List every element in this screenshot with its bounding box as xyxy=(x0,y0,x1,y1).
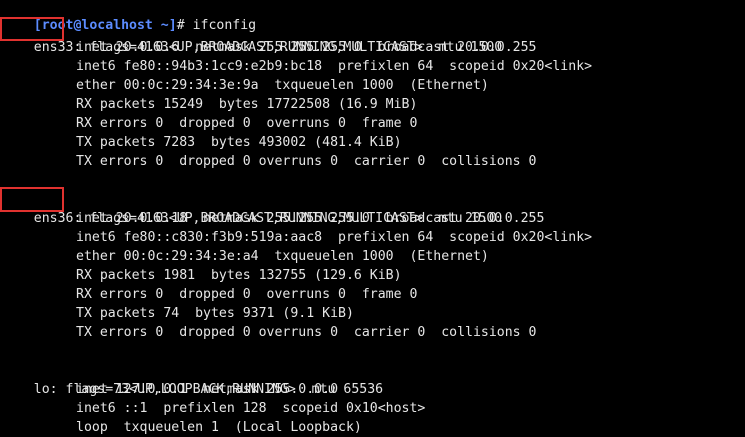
interface-detail-line: RX errors 0 dropped 0 overruns 0 frame 0 xyxy=(2,114,417,133)
interface-header-lo: lo: flags=73<UP,LOOPBACK,RUNNING> mtu 65… xyxy=(2,361,383,397)
interface-detail-line: ether 00:0c:29:34:3e:9a txqueuelen 1000 … xyxy=(2,76,489,95)
interface-detail-line: RX packets 15249 bytes 17722508 (16.9 Mi… xyxy=(2,95,417,114)
detail-text: TX errors 0 dropped 0 overruns 0 carrier… xyxy=(76,325,537,340)
detail-text: RX packets 1981 bytes 132755 (129.6 KiB) xyxy=(76,268,402,283)
detail-text: inet 20.0.0.6 netmask 255.255.255.0 broa… xyxy=(76,40,537,55)
detail-text: ether 00:0c:29:34:3e:9a txqueuelen 1000 … xyxy=(76,78,489,93)
detail-text: inet6 ::1 prefixlen 128 scopeid 0x10<hos… xyxy=(76,401,426,416)
interface-detail-line: inet6 fe80::c830:f3b9:519a:aac8 prefixle… xyxy=(2,228,592,247)
detail-text: inet6 fe80::c830:f3b9:519a:aac8 prefixle… xyxy=(76,230,593,245)
detail-text: RX packets 15249 bytes 17722508 (16.9 Mi… xyxy=(76,97,418,112)
terminal-window[interactable]: [root@localhost ~]# ifconfig ens33: flag… xyxy=(0,0,745,437)
interface-detail-line: TX errors 0 dropped 0 overruns 0 carrier… xyxy=(2,323,537,342)
interface-detail-line: inet 20.0.0.6 netmask 255.255.255.0 broa… xyxy=(2,38,537,57)
prompt-line: [root@localhost ~]# ifconfig xyxy=(2,0,256,33)
detail-text: inet 20.0.0.18 netmask 255.255.255.0 bro… xyxy=(76,211,545,226)
interface-detail-line: inet6 ::1 prefixlen 128 scopeid 0x10<hos… xyxy=(2,399,425,418)
interface-header-ens36: ens36: flags=4163<UP,BROADCAST,RUNNING,M… xyxy=(2,190,502,226)
interface-detail-line: ether 00:0c:29:34:3e:a4 txqueuelen 1000 … xyxy=(2,247,489,266)
detail-text: TX packets 74 bytes 9371 (9.1 KiB) xyxy=(76,306,354,321)
interface-detail-line: TX errors 0 dropped 0 overruns 0 carrier… xyxy=(2,152,537,171)
interface-detail-line: inet 127.0.0.1 netmask 255.0.0.0 xyxy=(2,380,338,399)
detail-text: RX errors 0 dropped 0 overruns 0 frame 0 xyxy=(76,287,418,302)
detail-text: inet 127.0.0.1 netmask 255.0.0.0 xyxy=(76,382,339,397)
detail-text: inet6 fe80::94b3:1cc9:e2b9:bc18 prefixle… xyxy=(76,59,593,74)
detail-text: ether 00:0c:29:34:3e:a4 txqueuelen 1000 … xyxy=(76,249,489,264)
interface-detail-line: TX packets 7283 bytes 493002 (481.4 KiB) xyxy=(2,133,402,152)
detail-text: TX packets 7283 bytes 493002 (481.4 KiB) xyxy=(76,135,402,150)
detail-text: RX errors 0 dropped 0 overruns 0 frame 0 xyxy=(76,116,418,131)
interface-header-ens33: ens33: flags=4163<UP,BROADCAST,RUNNING,M… xyxy=(2,19,502,55)
interface-detail-line: RX errors 0 dropped 0 overruns 0 frame 0 xyxy=(2,285,417,304)
interface-detail-line: loop txqueuelen 1 (Local Loopback) xyxy=(2,418,362,437)
interface-detail-line: inet6 fe80::94b3:1cc9:e2b9:bc18 prefixle… xyxy=(2,57,592,76)
interface-detail-line: inet 20.0.0.18 netmask 255.255.255.0 bro… xyxy=(2,209,544,228)
interface-detail-line: RX packets 1981 bytes 132755 (129.6 KiB) xyxy=(2,266,402,285)
detail-text: loop txqueuelen 1 (Local Loopback) xyxy=(76,420,362,435)
detail-text: TX errors 0 dropped 0 overruns 0 carrier… xyxy=(76,154,537,169)
interface-detail-line: TX packets 74 bytes 9371 (9.1 KiB) xyxy=(2,304,354,323)
